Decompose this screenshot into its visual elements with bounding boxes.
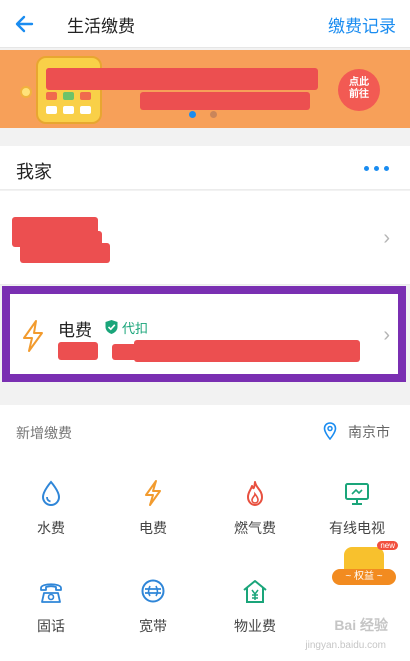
watermark-url: jingyan.baidu.com (305, 640, 386, 651)
service-label: 物业费 (234, 618, 276, 634)
home-group-title: 我家 (16, 162, 52, 182)
service-property[interactable]: 物业费 (204, 577, 306, 661)
telephone-icon (40, 583, 62, 603)
lightning-icon (23, 320, 43, 352)
chevron-right-icon: › (383, 227, 390, 249)
watermark-brand: Bai 经验 (334, 617, 388, 633)
redacted-account-detail-2 (20, 243, 110, 263)
payment-records-link[interactable]: 缴费记录 (328, 12, 396, 37)
home-group-header: 我家 (0, 146, 410, 190)
auto-debit-badge: 代扣 (122, 321, 149, 336)
arrow-left-icon[interactable] (12, 10, 40, 38)
banner-go-label-2: 前往 (349, 89, 369, 100)
rights-promo-label: ~ 权益 ~ (332, 569, 396, 585)
property-house-icon (243, 580, 267, 603)
rights-promo-badge[interactable]: ~ 权益 ~ new (330, 541, 400, 599)
redacted-banner-subtext (140, 92, 310, 110)
electricity-account-name: 电费 (58, 321, 92, 340)
service-landline[interactable]: 固话 (0, 577, 102, 661)
bottom-edge (0, 655, 410, 661)
broadband-icon (141, 579, 165, 603)
redacted-electricity-detail-3 (134, 340, 360, 362)
electricity-account-item[interactable]: 电费 代扣 › (2, 286, 406, 382)
redacted-banner-text (46, 68, 318, 90)
more-dots-icon[interactable] (364, 166, 390, 172)
redacted-electricity-detail (58, 342, 98, 360)
coin-icon (20, 86, 32, 98)
service-water[interactable]: 水费 (0, 479, 102, 569)
page-title: 生活缴费 (67, 17, 135, 36)
service-gas[interactable]: 燃气费 (204, 479, 306, 569)
banner-go-label-1: 点此 (349, 77, 369, 88)
account-item-redacted[interactable]: › (0, 191, 410, 285)
banner-page-dot-active (189, 111, 196, 118)
tv-icon (345, 483, 369, 505)
flame-icon (247, 481, 263, 506)
service-broadband[interactable]: 宽带 (102, 577, 204, 661)
service-label: 水费 (37, 520, 65, 536)
service-label: 宽带 (139, 618, 167, 634)
calculator-illustration (36, 56, 102, 124)
lightning-icon (145, 480, 161, 506)
water-drop-icon (41, 480, 61, 507)
new-tag: new (377, 541, 398, 550)
service-electricity[interactable]: 电费 (102, 479, 204, 569)
new-payment-header: 新增缴费 南京市 (0, 405, 410, 455)
service-label: 燃气费 (234, 520, 276, 536)
service-label: 有线电视 (329, 520, 385, 536)
chevron-right-icon: › (383, 324, 390, 346)
location-pin-icon[interactable] (323, 422, 337, 440)
service-label: 固话 (37, 618, 65, 634)
service-label: 电费 (139, 520, 167, 536)
banner-go-button[interactable]: 点此 前往 (338, 69, 380, 111)
top-bar: 生活缴费 缴费记录 (0, 0, 410, 48)
shield-check-icon (105, 320, 118, 334)
new-payment-title: 新增缴费 (16, 425, 72, 441)
banner-page-dot (210, 111, 217, 118)
city-selector[interactable]: 南京市 (348, 422, 390, 442)
